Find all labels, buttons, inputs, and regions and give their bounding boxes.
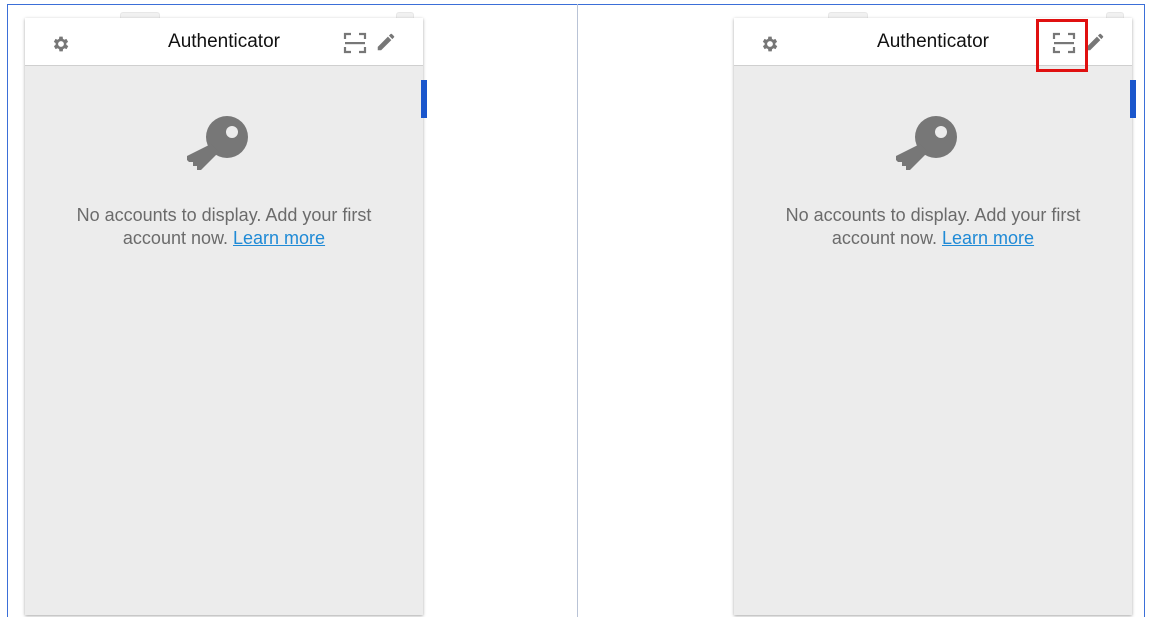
empty-state-text: No accounts to display. Add your first a… [76,205,372,248]
empty-state-message: No accounts to display. Add your first a… [45,204,403,250]
empty-state-text: No accounts to display. Add your first a… [785,205,1081,248]
comparison-divider [577,4,578,617]
scan-qr-icon[interactable] [343,32,367,54]
scrollbar[interactable] [421,80,427,118]
empty-state-message: No accounts to display. Add your first a… [754,204,1112,250]
popup-header: Authenticator [734,18,1132,72]
scrollbar[interactable] [1130,80,1136,118]
key-icon [187,116,248,170]
learn-more-link[interactable]: Learn more [233,228,325,248]
authenticator-popup-after: Authenticator No accounts to display. Ad… [734,18,1136,615]
authenticator-popup-before: Authenticator No accounts to display. Ad… [25,18,427,615]
learn-more-link[interactable]: Learn more [942,228,1034,248]
scan-button-highlight [1036,19,1088,72]
key-icon [896,116,957,170]
pencil-icon[interactable] [375,31,397,53]
popup-header: Authenticator [25,18,423,66]
